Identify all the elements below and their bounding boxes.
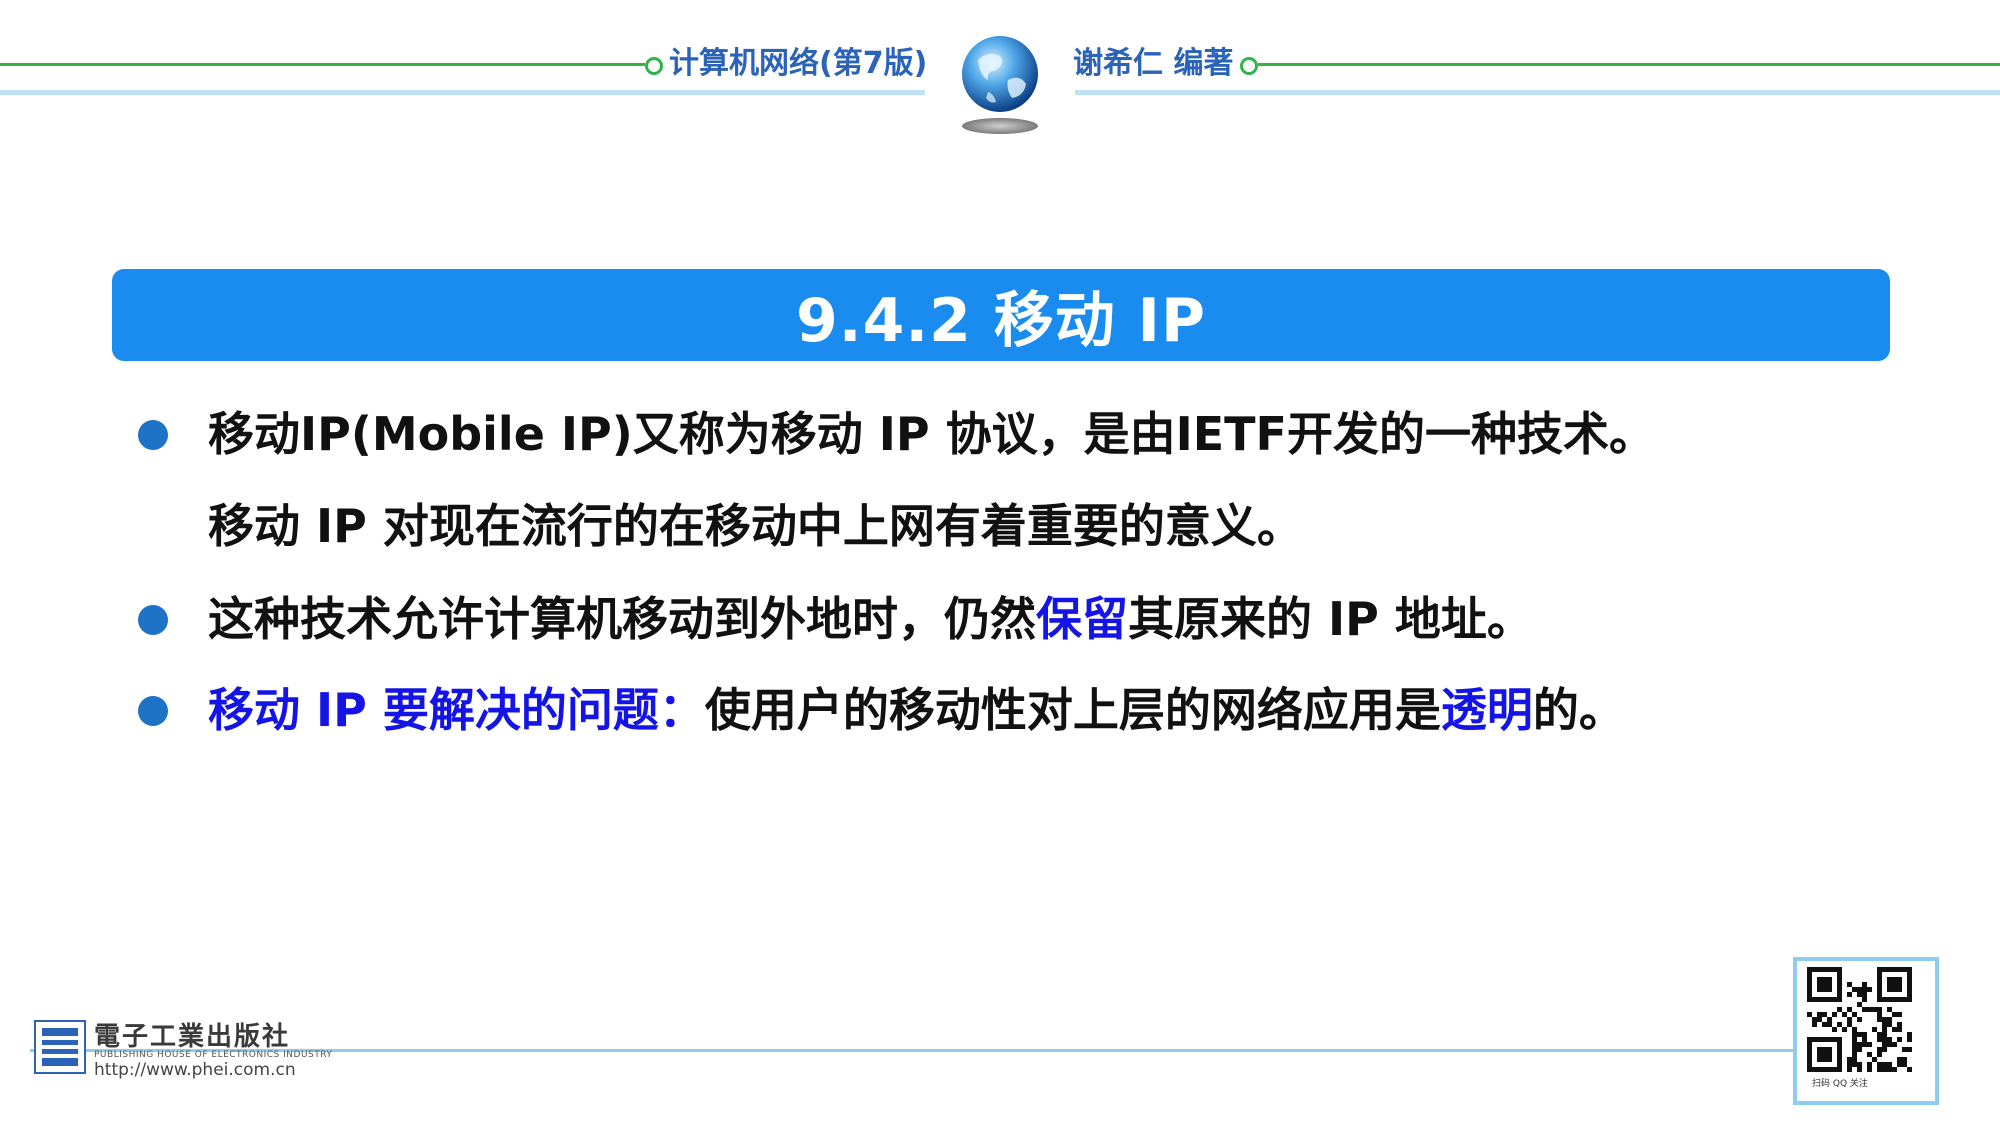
- bullet-text-line: 移动 IP 要解决的问题：使用户的移动性对上层的网络应用是透明的。: [208, 680, 1625, 740]
- publisher-name: 電子工業出版社: [94, 1022, 291, 1052]
- bullet-dot-icon: [138, 420, 168, 450]
- bullet-text-line: 移动 IP 对现在流行的在移动中上网有着重要的意义。: [208, 499, 1303, 553]
- slide-title-bar: 9.4.2 移动 IP: [112, 269, 1890, 361]
- highlight-transparent: 透明: [1440, 683, 1533, 737]
- bullet-dot-icon: [138, 696, 168, 726]
- publisher-logo-icon: [34, 1020, 86, 1074]
- bullet-text: 这种技术允许计算机移动到外地时，仍然: [208, 592, 1036, 646]
- header-line-right-blue: [1075, 90, 2000, 95]
- highlight-problem: 移动 IP 要解决的问题：: [208, 683, 705, 737]
- publisher-en: PUBLISHING HOUSE OF ELECTRONICS INDUSTRY: [94, 1050, 333, 1060]
- header-line-left-blue: [0, 90, 925, 95]
- header-dot-right: [1240, 57, 1258, 75]
- header-dot-left: [645, 57, 663, 75]
- bullet-dot-icon: [138, 605, 168, 635]
- qr-code-icon: [1807, 967, 1912, 1072]
- header-line-right: [1258, 63, 2000, 66]
- publisher-url: http://www.phei.com.cn: [94, 1060, 296, 1080]
- highlight-keep: 保留: [1036, 592, 1128, 646]
- bullet-text: 使用户的移动性对上层的网络应用是: [704, 683, 1441, 737]
- qr-caption: 扫码 QQ 关注: [1812, 1079, 1868, 1089]
- bullet-text-line: 这种技术允许计算机移动到外地时，仍然保留其原来的 IP 地址。: [208, 589, 1533, 649]
- bullet-text: 其原来的 IP 地址。: [1128, 592, 1533, 646]
- bullet-text: 的。: [1532, 683, 1625, 737]
- slide-title: 9.4.2 移动 IP: [796, 285, 1206, 356]
- book-title: 计算机网络(第7版): [669, 46, 928, 81]
- header-line-left: [0, 63, 645, 66]
- bullet-text-line: 移动IP(Mobile IP)又称为移动 IP 协议，是由IETF开发的一种技术…: [208, 407, 1655, 461]
- author: 谢希仁 编著: [1073, 46, 1234, 81]
- globe-icon: [962, 36, 1038, 134]
